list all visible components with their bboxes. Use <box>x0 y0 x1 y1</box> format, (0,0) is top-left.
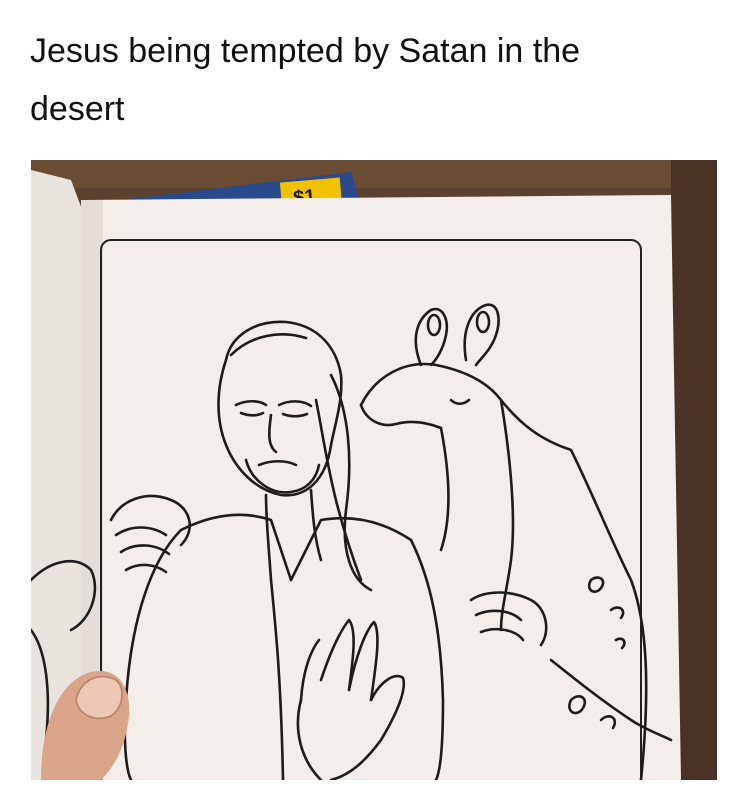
coloring-book-illustration: $1 <box>31 160 717 780</box>
caption-line-1: Jesus being tempted by Satan in the <box>30 32 581 70</box>
caption-line-2: desert <box>30 90 125 128</box>
meme-caption: Jesus being tempted by Satan in the dese… <box>30 22 720 138</box>
coloring-book-photo: $1 <box>31 160 717 780</box>
